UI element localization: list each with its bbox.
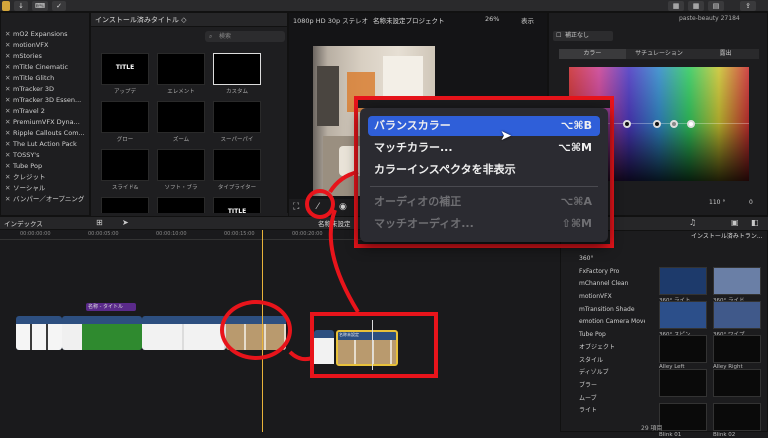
- transition-label: Blink 02: [713, 432, 736, 438]
- menu-item-label: マッチオーディオ...: [374, 217, 474, 230]
- mouse-cursor-icon: ➤: [500, 128, 512, 144]
- menu-item-shortcut: ⌥⌘A: [560, 195, 592, 208]
- context-menu: バランスカラー ⌥⌘B マッチカラー... ⌥⌘M カラーインスペクタを非表示 オーディオ…: [360, 108, 608, 242]
- menu-item-shortcut: ⇧⌘M: [561, 217, 592, 230]
- transition-label: Blink 01: [659, 432, 682, 438]
- menu-item: オーディオの補正 ⌥⌘A: [368, 192, 600, 212]
- menu-backdrop: [358, 100, 610, 108]
- menu-item: マッチオーディオ... ⇧⌘M: [368, 214, 600, 234]
- menu-item-label: オーディオの補正: [374, 195, 462, 208]
- menu-item-shortcut: ⌥⌘B: [560, 119, 592, 132]
- menu-separator: [370, 186, 598, 187]
- menu-item-label: マッチカラー...: [374, 141, 453, 154]
- menu-item[interactable]: カラーインスペクタを非表示: [368, 160, 600, 180]
- menu-item[interactable]: マッチカラー... ⌥⌘M: [368, 138, 600, 158]
- menu-item-shortcut: ⌥⌘M: [558, 141, 592, 154]
- menu-item-label: カラーインスペクタを非表示: [374, 163, 516, 176]
- menu-item-label: バランスカラー: [374, 119, 451, 132]
- menu-item[interactable]: バランスカラー ⌥⌘B: [368, 116, 600, 136]
